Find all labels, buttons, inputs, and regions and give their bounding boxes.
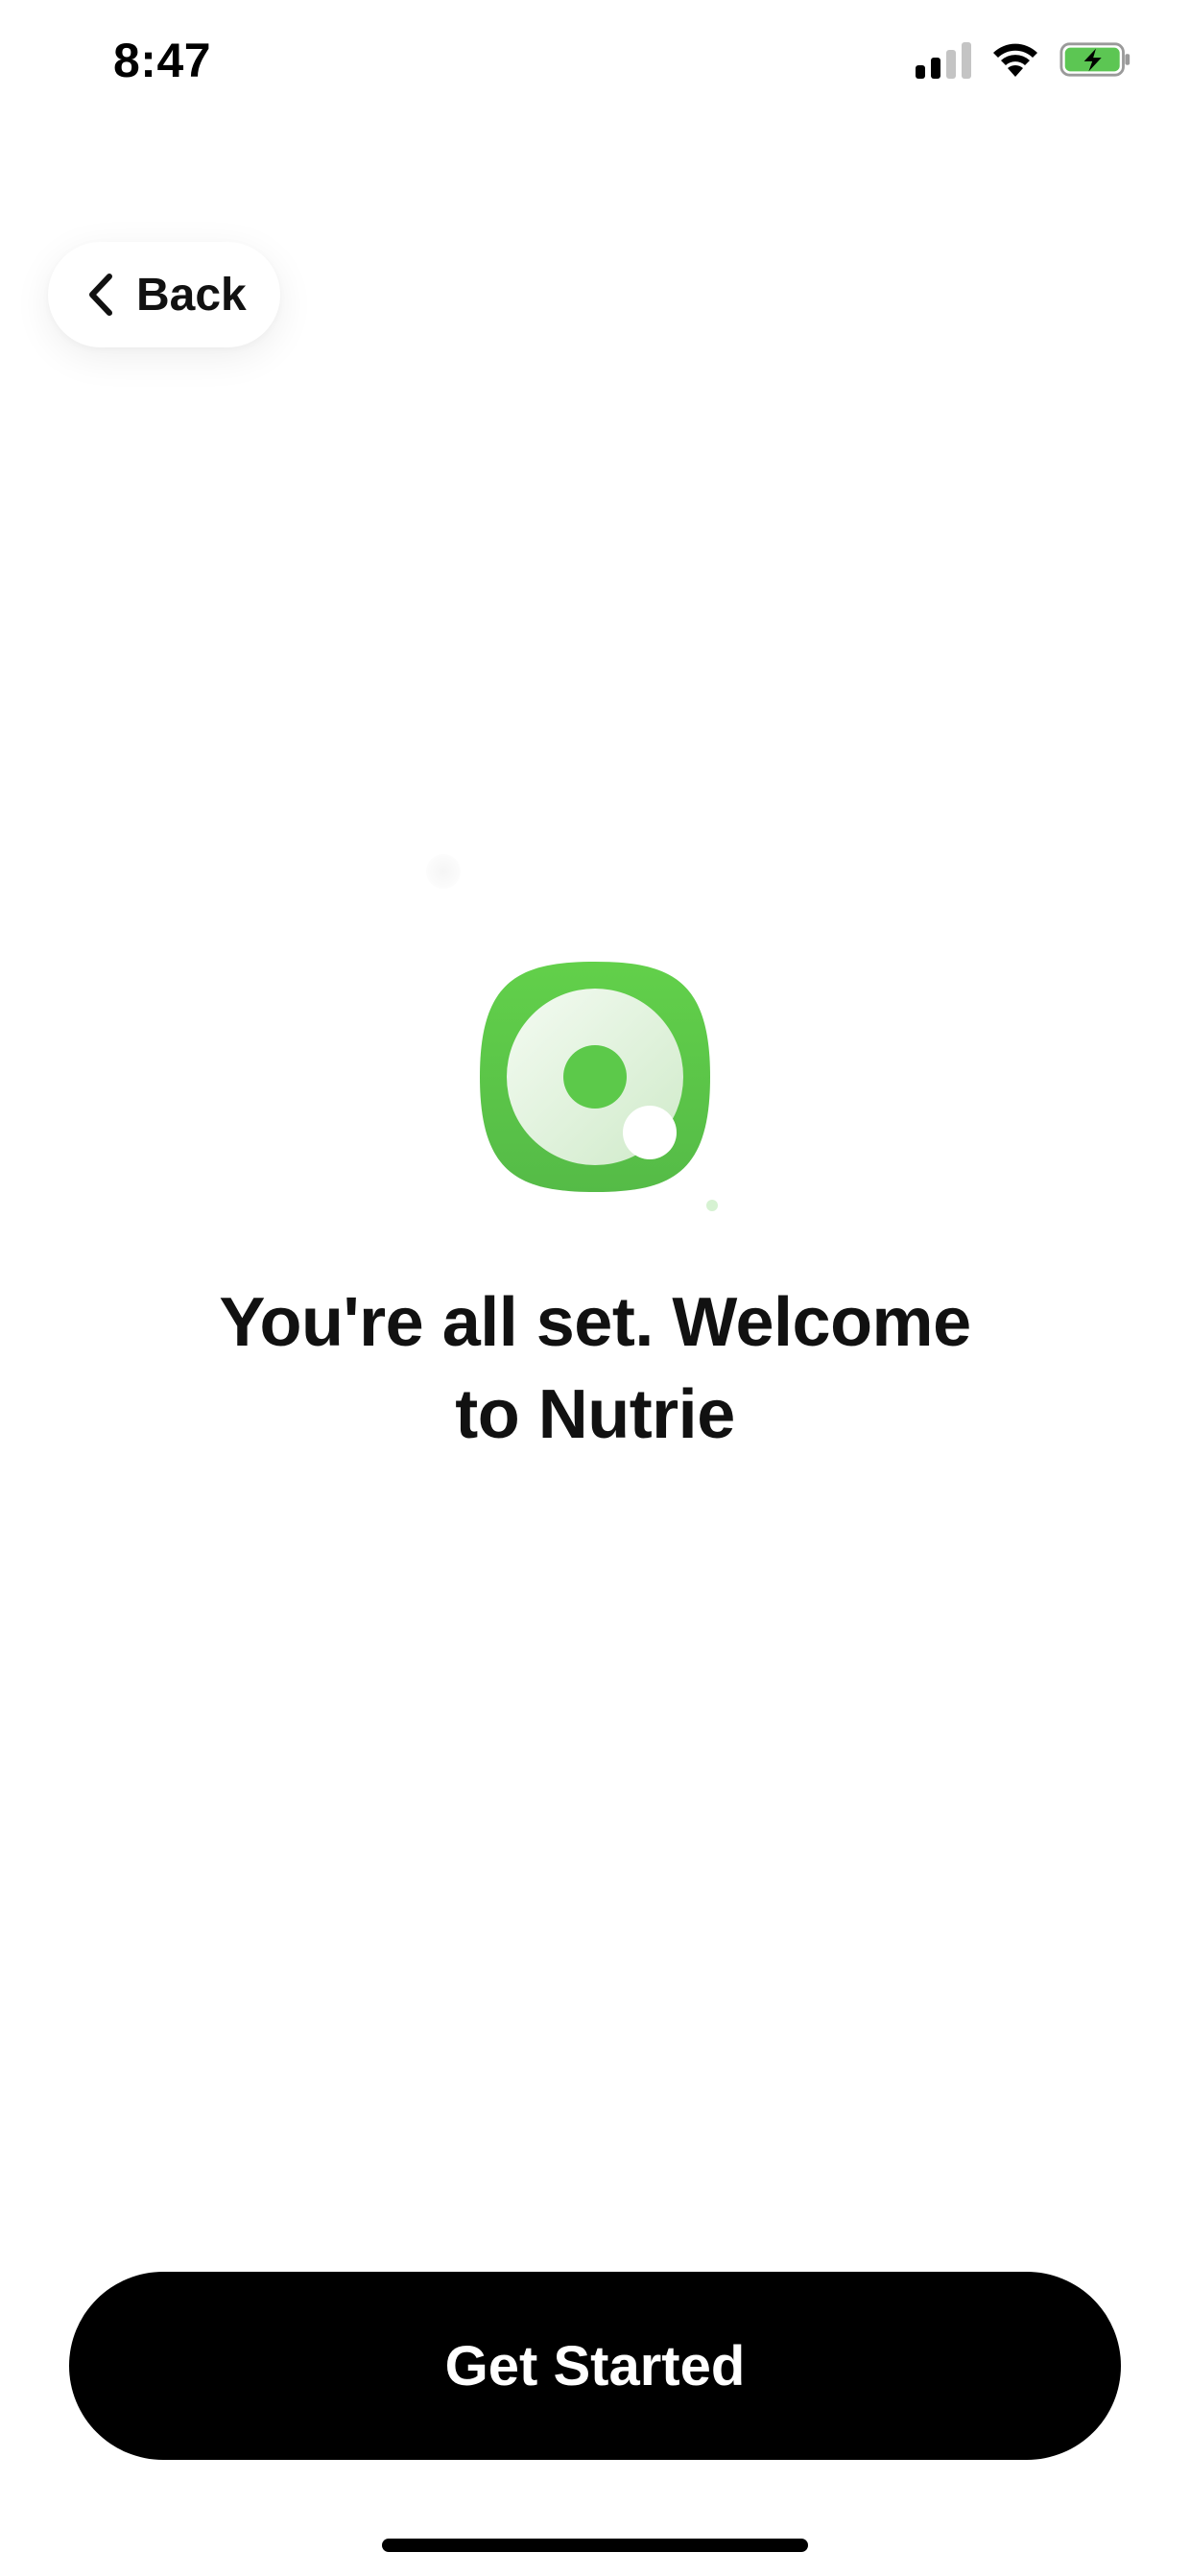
headline-line-1: You're all set. Welcome [219,1284,971,1361]
battery-charging-icon [1059,42,1130,77]
chevron-left-icon [89,274,112,316]
wifi-icon [993,43,1037,77]
decorative-dot [426,854,461,889]
decorative-dot [706,1200,718,1211]
nutrie-logo-icon [480,962,710,1192]
cellular-signal-icon [916,40,971,79]
status-icons [916,40,1132,79]
status-bar: 8:47 [0,0,1190,134]
status-time: 8:47 [113,34,212,87]
home-indicator [382,2539,808,2552]
back-button[interactable]: Back [48,242,280,347]
get-started-button[interactable]: Get Started [69,2272,1121,2460]
back-label: Back [136,269,247,321]
headline-line-2: to Nutrie [455,1376,735,1453]
welcome-headline: You're all set. Welcome to Nutrie [115,1276,1075,1461]
